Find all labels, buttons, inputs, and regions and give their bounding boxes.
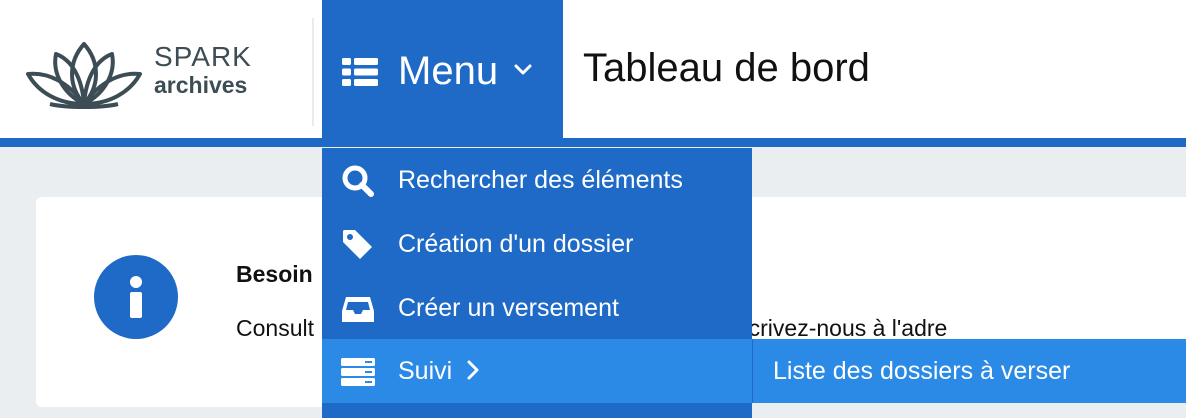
main-menu-dropdown: Rechercher des éléments Création d'un do…: [322, 148, 752, 418]
menu-item-label: Suivi: [398, 357, 453, 385]
chevron-right-icon: [467, 360, 479, 380]
card-title: Besoin: [236, 261, 313, 287]
menu-item-creation-dossier[interactable]: Création d'un dossier: [322, 212, 752, 276]
server-icon: [341, 358, 375, 386]
chevron-down-icon: [514, 64, 532, 75]
app-header: SPARK archives Menu Tableau de bord: [0, 0, 1186, 147]
lotus-logo-icon: [26, 42, 142, 109]
menu-button[interactable]: Menu: [322, 0, 563, 147]
header-divider: [312, 18, 314, 126]
list-icon: [342, 58, 378, 86]
menu-item-label: Création d'un dossier: [398, 230, 634, 258]
menu-button-label: Menu: [398, 49, 499, 93]
search-icon: [342, 165, 374, 197]
menu-item-label: Créer un versement: [398, 294, 619, 322]
menu-item-creer-versement[interactable]: Créer un versement: [322, 276, 752, 340]
page-title: Tableau de bord: [583, 46, 870, 90]
logo-spark-text: SPARK: [154, 41, 252, 72]
logo-wordmark: SPARK archives: [154, 41, 252, 99]
submenu-item-label: Liste des dossiers à verser: [773, 357, 1071, 385]
menu-item-suivi[interactable]: Suivi: [322, 339, 752, 403]
inbox-icon: [342, 297, 374, 322]
logo-archives-text: archives: [154, 72, 248, 98]
tag-icon: [343, 230, 372, 259]
info-icon: [94, 255, 178, 339]
spark-archives-logo[interactable]: SPARK archives: [22, 38, 272, 110]
menu-item-rechercher[interactable]: Rechercher des éléments: [322, 148, 752, 212]
menu-item-label: Rechercher des éléments: [398, 166, 683, 194]
submenu-item-liste-dossiers[interactable]: Liste des dossiers à verser: [752, 339, 1186, 403]
submenu-backdrop: [752, 403, 1186, 418]
